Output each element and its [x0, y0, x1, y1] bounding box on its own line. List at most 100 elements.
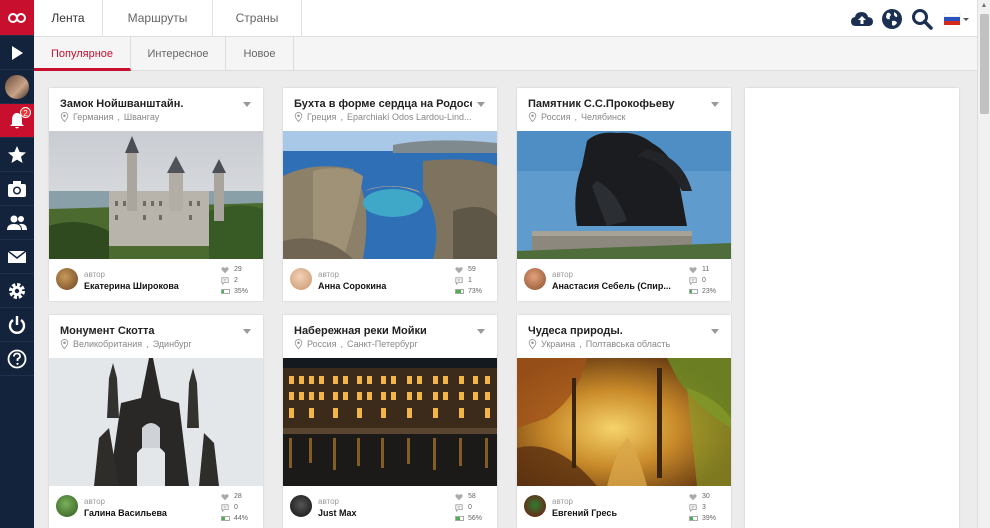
card-location: Греция, Eparchiakí Odos Lardou-Lind...: [294, 112, 484, 122]
card-stats: 11 0 23%: [689, 264, 729, 297]
author-name[interactable]: Галина Васильева: [84, 508, 208, 518]
comments-stat[interactable]: 0: [455, 502, 495, 513]
card-photo[interactable]: [283, 131, 497, 259]
scroll-thumb[interactable]: [980, 14, 989, 114]
comments-stat[interactable]: 1: [455, 275, 495, 286]
progress-bar: [689, 289, 698, 294]
author-name[interactable]: Анна Сорокина: [318, 281, 442, 291]
comments-count: 0: [234, 504, 238, 511]
author-avatar[interactable]: [524, 495, 546, 517]
post-card[interactable]: Бухта в форме сердца на Родосе Греция, Ep…: [283, 88, 497, 301]
post-card[interactable]: Замок Нойшванштайн. Германия, Швангау авт…: [49, 88, 263, 301]
app-logo[interactable]: [0, 0, 34, 36]
likes-stat[interactable]: 30: [689, 491, 729, 502]
post-card[interactable]: Монумент Скотта Великобритания, Эдинбург …: [49, 315, 263, 528]
card-location: Великобритания, Эдинбург: [60, 339, 250, 349]
comments-stat[interactable]: 3: [689, 502, 729, 513]
logo-icon: [8, 12, 26, 23]
author-name[interactable]: Just Max: [318, 508, 442, 518]
likes-stat[interactable]: 11: [689, 264, 729, 275]
author-label: автор: [84, 270, 105, 279]
chevron-down-icon[interactable]: [711, 102, 719, 107]
post-card[interactable]: Памятник С.С.Прокофьеву Россия, Челябинск…: [517, 88, 731, 301]
heart-icon: [221, 266, 229, 273]
language-selector[interactable]: [937, 0, 977, 37]
progress-bar: [455, 516, 464, 521]
heart-icon: [455, 266, 463, 273]
progress-stat: 56%: [455, 513, 495, 524]
tab-feed[interactable]: Лента: [34, 0, 103, 37]
heart-icon: [689, 493, 697, 500]
chevron-down-icon[interactable]: [711, 329, 719, 334]
comment-icon: [221, 276, 229, 285]
card-place: Швангау: [123, 112, 160, 122]
author-name[interactable]: Екатерина Широкова: [84, 281, 208, 291]
card-title: Памятник С.С.Прокофьеву: [528, 98, 675, 110]
sidebar-item-friends[interactable]: [0, 206, 34, 240]
post-card[interactable]: Чудеса природы. Украина, Полтавська облас…: [517, 315, 731, 528]
author-avatar[interactable]: [290, 268, 312, 290]
author-avatar[interactable]: [524, 268, 546, 290]
comments-stat[interactable]: 0: [689, 275, 729, 286]
likes-count: 30: [702, 493, 710, 500]
author-avatar[interactable]: [56, 268, 78, 290]
tab-countries[interactable]: Страны: [213, 0, 302, 37]
chevron-down-icon[interactable]: [477, 102, 485, 107]
gear-icon: [9, 282, 25, 299]
progress-stat: 73%: [455, 286, 495, 297]
card-photo[interactable]: [283, 358, 497, 486]
chevron-down-icon[interactable]: [477, 329, 485, 334]
scroll-up-arrow[interactable]: ▲: [978, 0, 990, 12]
sidebar-item-favorites[interactable]: [0, 138, 34, 172]
likes-stat[interactable]: 28: [221, 491, 261, 502]
chevron-down-icon[interactable]: [243, 102, 251, 107]
author-avatar[interactable]: [290, 495, 312, 517]
likes-stat[interactable]: 58: [455, 491, 495, 502]
card-photo[interactable]: [49, 358, 263, 486]
comment-icon: [455, 503, 463, 512]
card-footer: автор Евгений Гресь 30 3 39%: [517, 486, 731, 528]
sidebar-item-play[interactable]: [0, 36, 34, 70]
tab-label: Новое: [243, 48, 276, 60]
chevron-down-icon[interactable]: [243, 329, 251, 334]
comments-count: 0: [468, 504, 472, 511]
card-footer: автор Just Max 58 0 56%: [283, 486, 497, 528]
author-avatar[interactable]: [56, 495, 78, 517]
page-scrollbar[interactable]: ▲: [977, 0, 990, 528]
card-title: Замок Нойшванштайн.: [60, 98, 184, 110]
sidebar-item-help[interactable]: [0, 342, 34, 376]
card-place: Полтавська область: [585, 339, 671, 349]
star-icon: [8, 145, 26, 163]
comments-stat[interactable]: 0: [221, 502, 261, 513]
location-pin-icon: [528, 339, 537, 349]
sidebar-item-notifications[interactable]: 2: [0, 104, 34, 138]
tab-new[interactable]: Новое: [226, 37, 294, 71]
sidebar-item-settings[interactable]: [0, 274, 34, 308]
globe-button[interactable]: [877, 0, 907, 37]
sidebar-item-logout[interactable]: [0, 308, 34, 342]
card-photo[interactable]: [517, 131, 731, 259]
card-footer: автор Екатерина Широкова 29 2 35%: [49, 259, 263, 301]
card-country: Украина: [541, 339, 576, 349]
sidebar-item-photos[interactable]: [0, 172, 34, 206]
post-card[interactable]: Набережная реки Мойки Россия, Санкт-Петер…: [283, 315, 497, 528]
upload-button[interactable]: [847, 0, 877, 37]
comments-stat[interactable]: 2: [221, 275, 261, 286]
likes-stat[interactable]: 29: [221, 264, 261, 275]
card-photo[interactable]: [49, 131, 263, 259]
progress-stat: 35%: [221, 286, 261, 297]
location-pin-icon: [294, 112, 303, 122]
likes-stat[interactable]: 59: [455, 264, 495, 275]
search-button[interactable]: [907, 0, 937, 37]
card-photo[interactable]: [517, 358, 731, 486]
sidebar-item-messages[interactable]: [0, 240, 34, 274]
tab-interesting[interactable]: Интересное: [131, 37, 226, 71]
likes-count: 29: [234, 266, 242, 273]
sidebar-item-profile[interactable]: [0, 70, 34, 104]
tab-routes[interactable]: Маршруты: [103, 0, 213, 37]
tab-popular[interactable]: Популярное: [34, 37, 131, 71]
author-name[interactable]: Анастасия Себель (Спир...: [552, 281, 676, 291]
progress-stat: 23%: [689, 286, 729, 297]
card-country: Россия: [307, 339, 337, 349]
author-name[interactable]: Евгений Гресь: [552, 508, 676, 518]
